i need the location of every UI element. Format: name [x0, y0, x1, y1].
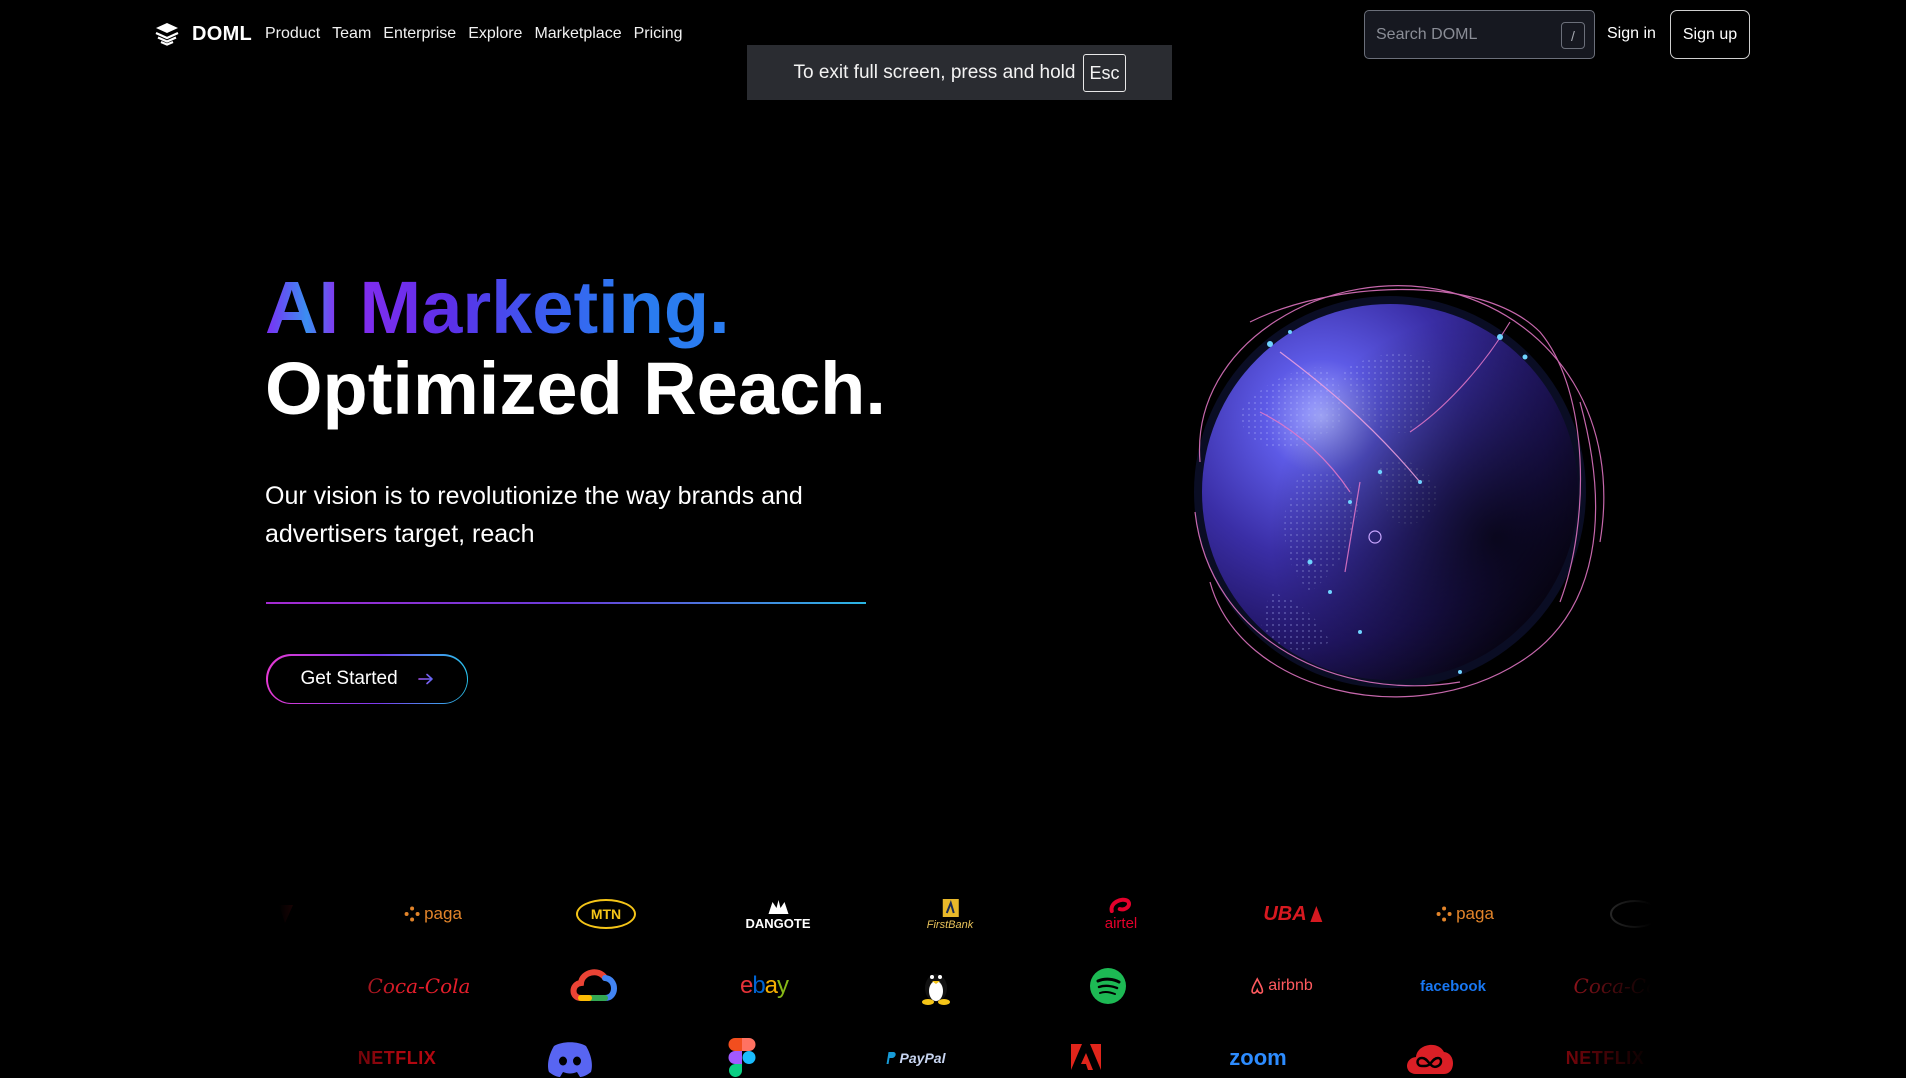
brand-name: DOML — [192, 22, 253, 45]
uba-label: UBA — [1263, 902, 1307, 925]
netflix-logo: NETFLIX — [357, 1047, 437, 1068]
nav-team[interactable]: Team — [332, 25, 371, 43]
facebook-logo: facebook — [1420, 977, 1486, 995]
logo-row-2: Coca-Cola ebay airbnb facebook Coca-Col — [265, 961, 1665, 1011]
linux-icon — [919, 961, 953, 1011]
fullscreen-exit-toast: To exit full screen, press and hold Esc — [747, 45, 1172, 100]
zoom-logo: zoom — [1229, 1045, 1287, 1070]
get-started-button[interactable]: Get Started — [266, 654, 468, 704]
hero-divider — [266, 602, 866, 604]
mtn-label: MTN — [576, 899, 636, 929]
hero-subtitle: Our vision is to revolutionize the way b… — [265, 482, 803, 548]
fullscreen-message: To exit full screen, press and hold — [793, 61, 1076, 83]
nav-explore[interactable]: Explore — [468, 25, 522, 43]
netflix-logo-repeat: NETFLIX — [1565, 1047, 1645, 1068]
partner-logos: paga MTN DANGOTE FirstBank airtel UBA pa… — [265, 880, 1665, 1078]
nav-product[interactable]: Product — [265, 25, 320, 43]
partial-logo-icon — [275, 889, 295, 939]
spotify-icon — [1089, 961, 1127, 1011]
mtn-logo: MTN — [576, 889, 636, 939]
nav-marketplace[interactable]: Marketplace — [534, 25, 621, 43]
search-input[interactable] — [1376, 25, 1546, 44]
esc-key-badge: Esc — [1083, 53, 1126, 92]
cocacola-logo-repeat: Coca-Cola — [1573, 974, 1665, 998]
cocacola-logo: Coca-Cola — [367, 974, 471, 998]
paga-logo: paga — [404, 889, 462, 939]
paypal-label: PayPal — [899, 1050, 946, 1066]
arrow-right-icon — [417, 673, 433, 685]
search-box: / — [1364, 10, 1595, 59]
paga-label-repeat: paga — [1456, 904, 1494, 923]
dangote-label: DANGOTE — [745, 915, 811, 931]
hero-headline: Optimized Reach. — [265, 347, 886, 430]
adobe-icon — [1071, 1033, 1101, 1078]
partial-logo-right — [1610, 889, 1660, 939]
main-nav: Product Team Enterprise Explore Marketpl… — [265, 25, 683, 43]
logo-row-3: NETFLIX PayPal zoom NETFLIX — [265, 1033, 1665, 1078]
ebay-logo: ebay — [739, 972, 789, 999]
globe-illustration — [1194, 285, 1605, 698]
sign-in-link[interactable]: Sign in — [1607, 25, 1656, 43]
figma-icon — [728, 1033, 756, 1078]
uba-logo: UBA — [1263, 889, 1324, 939]
brand[interactable]: DOML — [154, 22, 252, 46]
google-cloud-icon — [567, 961, 619, 1011]
airtel-label: airtel — [1104, 914, 1138, 932]
paga-label: paga — [424, 904, 462, 923]
airbnb-logo: airbnb — [1249, 961, 1313, 1011]
firstbank-logo: FirstBank — [927, 889, 973, 939]
nav-enterprise[interactable]: Enterprise — [383, 25, 456, 43]
search-shortcut-key: / — [1561, 22, 1585, 49]
get-started-label: Get Started — [300, 668, 398, 689]
creative-cloud-icon — [1402, 1033, 1458, 1078]
airtel-logo: airtel — [1104, 889, 1138, 939]
paypal-logo: PayPal — [885, 1033, 946, 1078]
nav-pricing[interactable]: Pricing — [634, 25, 683, 43]
dangote-logo: DANGOTE — [746, 889, 811, 939]
airbnb-label: airbnb — [1268, 977, 1313, 994]
hero-headline-gradient: AI Marketing. — [265, 266, 730, 349]
doml-logo-icon — [155, 23, 179, 46]
discord-icon — [544, 1033, 596, 1078]
paga-logo-repeat: paga — [1436, 889, 1494, 939]
logo-row-1: paga MTN DANGOTE FirstBank airtel UBA pa… — [265, 889, 1665, 939]
sign-up-button[interactable]: Sign up — [1670, 10, 1750, 59]
firstbank-label: FirstBank — [926, 919, 974, 931]
